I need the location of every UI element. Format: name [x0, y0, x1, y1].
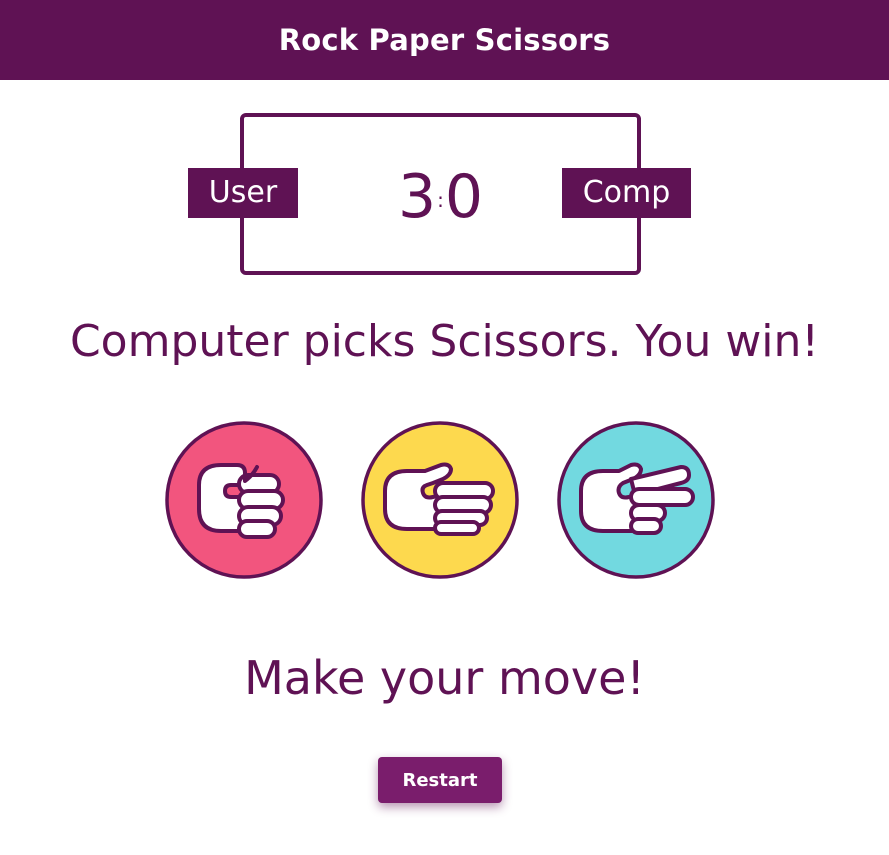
rock-hand-icon	[165, 421, 323, 579]
scissors-hand-icon	[557, 421, 715, 579]
comp-badge: Comp	[562, 168, 691, 218]
paper-hand-icon	[361, 421, 519, 579]
restart-button[interactable]: Restart	[378, 757, 502, 803]
user-score: 3	[397, 162, 437, 232]
rock-choice-button[interactable]	[165, 421, 323, 579]
move-prompt: Make your move!	[244, 651, 645, 705]
scissors-choice-button[interactable]	[557, 421, 715, 579]
comp-score: 0	[444, 162, 484, 232]
paper-choice-button[interactable]	[361, 421, 519, 579]
app-header: Rock Paper Scissors	[0, 0, 889, 80]
result-message: Computer picks Scissors. You win!	[69, 316, 820, 367]
user-badge: User	[188, 168, 298, 218]
score-separator: :	[437, 188, 444, 213]
app-title: Rock Paper Scissors	[278, 23, 611, 57]
